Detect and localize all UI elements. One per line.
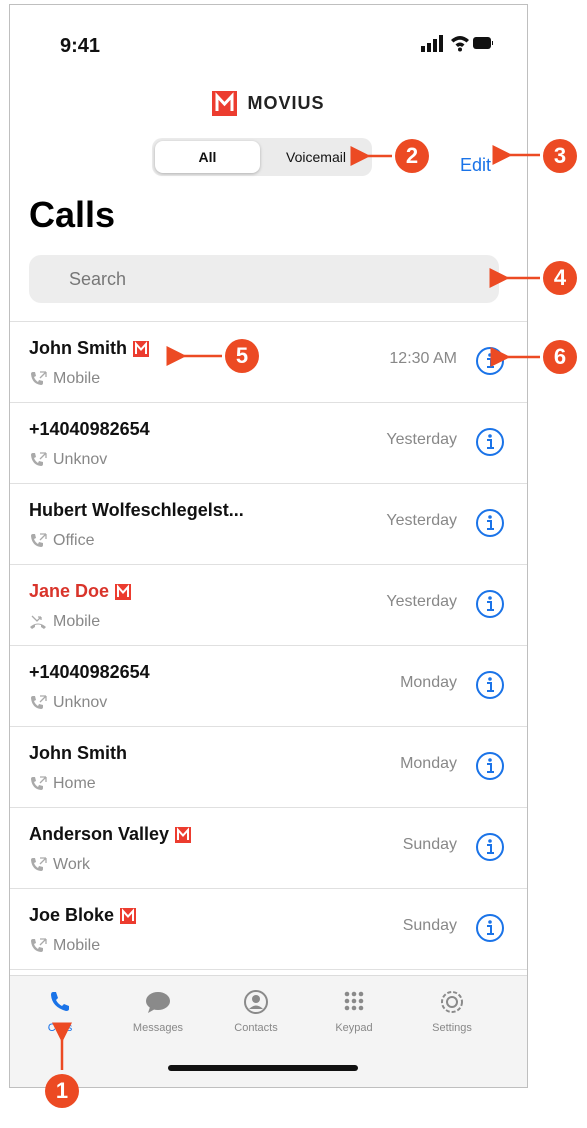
callout-2: 2 xyxy=(395,139,429,173)
callout-4: 4 xyxy=(543,261,577,295)
callout-3: 3 xyxy=(543,139,577,173)
callout-5: 5 xyxy=(225,339,259,373)
callout-1: 1 xyxy=(45,1074,79,1108)
annotation-arrows xyxy=(52,145,540,1070)
callout-6: 6 xyxy=(543,340,577,374)
